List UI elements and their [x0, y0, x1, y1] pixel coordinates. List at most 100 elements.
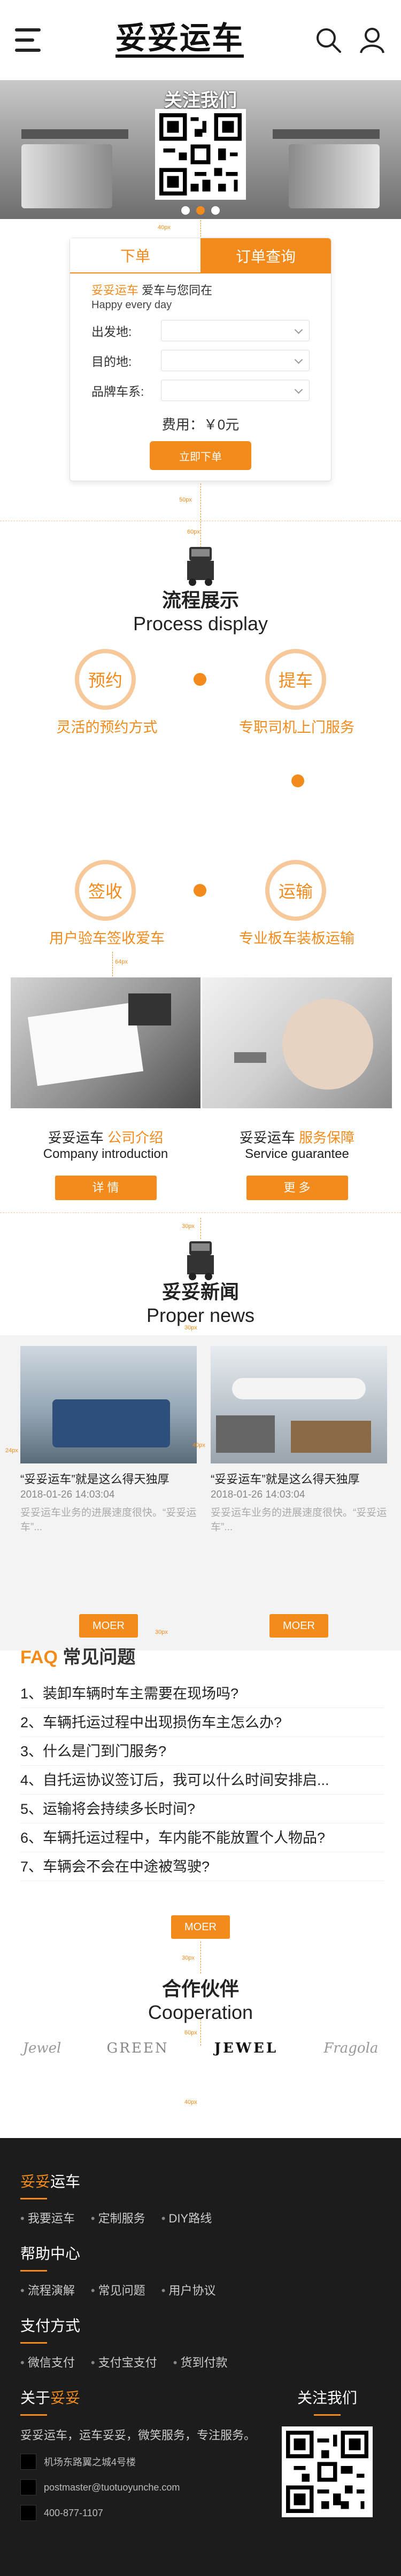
footer-link[interactable]: 微信支付: [20, 2353, 75, 2370]
car-carrier-rack: [273, 129, 380, 139]
news-image: [211, 1346, 387, 1463]
footer-link[interactable]: 定制服务: [91, 2209, 145, 2226]
section-title-en: Process display: [133, 613, 268, 635]
truck-image: [21, 144, 112, 208]
page: 妥妥运车 关注我们 40px 下单 订单查询 妥妥运车 爱车与您同在 Happy…: [0, 0, 401, 2576]
measure-line: [200, 220, 201, 239]
step-label: 灵活的预约方式: [56, 719, 158, 735]
carousel-dot-active[interactable]: [196, 206, 205, 215]
carousel-dot[interactable]: [211, 206, 220, 215]
faq-item[interactable]: 2、车辆托运过程中出现损伤车主怎么办?: [20, 1708, 384, 1737]
accent-line: [20, 2270, 47, 2272]
news-more-button[interactable]: MOER: [79, 1614, 138, 1638]
news-more-button[interactable]: MOER: [269, 1614, 328, 1638]
intro-title: 妥妥运车 服务保障: [202, 1127, 392, 1147]
accent-line: [20, 2414, 47, 2416]
footer-qr-code: [282, 2426, 373, 2517]
slogan-en: Happy every day: [91, 299, 172, 311]
field-label: 目的地:: [91, 355, 132, 369]
news-card[interactable]: “妥妥运车”就是这么得天独厚 2018-01-26 14:03:04 妥妥运车业…: [211, 1346, 387, 1554]
partner-logo[interactable]: Fragola: [323, 2040, 378, 2056]
intro-brand: 妥妥运车: [239, 1130, 295, 1146]
faq-title-text: 常见问题: [57, 1647, 136, 1667]
measure-line: [200, 1218, 201, 1239]
measure-label: 64px: [115, 959, 128, 965]
news-card[interactable]: “妥妥运车”就是这么得天独厚 2018-01-26 14:03:04 妥妥运车业…: [20, 1346, 197, 1554]
destination-select[interactable]: [161, 350, 310, 371]
footer-link[interactable]: 支付宝支付: [91, 2353, 157, 2370]
about-heading: 关于妥妥: [20, 2386, 256, 2408]
field-destination: 目的地:: [91, 350, 310, 371]
step-circle-book: 预约: [75, 649, 136, 710]
faq-more-button[interactable]: MOER: [171, 1915, 230, 1939]
news-headline[interactable]: “妥妥运车”就是这么得天独厚: [211, 1470, 387, 1487]
measure-label: 40px: [192, 1442, 205, 1448]
email-text[interactable]: postmaster@tuotuoyunche.com: [44, 2482, 180, 2493]
more-button[interactable]: 更 多: [246, 1176, 348, 1200]
accent-line: [314, 2414, 341, 2416]
site-logo[interactable]: 妥妥运车: [115, 22, 244, 58]
origin-select[interactable]: [161, 320, 310, 341]
details-button[interactable]: 详 情: [55, 1176, 157, 1200]
faq-item[interactable]: 4、自托运协议签订后，我可以什么时间安排启...: [20, 1766, 384, 1795]
footer-link[interactable]: 我要运车: [20, 2209, 75, 2226]
footer-link[interactable]: 常见问题: [91, 2281, 145, 2298]
slogan: 妥妥运车 爱车与您同在: [91, 281, 310, 298]
about-text: 妥妥运车，运车妥妥，微笑服务，专注服务。: [20, 2429, 256, 2442]
brand-select[interactable]: [161, 380, 310, 401]
help-heading: 帮助中心: [20, 2245, 81, 2262]
hamburger-menu-icon[interactable]: [15, 28, 45, 52]
contact-address: 机场东路翼之城4号楼: [20, 2454, 256, 2470]
footer-link[interactable]: 货到付款: [173, 2353, 228, 2370]
measure-line: [112, 952, 113, 976]
about-left: 关于妥妥 妥妥运车，运车妥妥，微笑服务，专注服务。 机场东路翼之城4号楼 pos…: [20, 2370, 256, 2521]
news-headline[interactable]: “妥妥运车”就是这么得天独厚: [20, 1470, 197, 1487]
tab-order[interactable]: 下单: [70, 238, 200, 273]
phone-text[interactable]: 400-877-1107: [44, 2508, 103, 2519]
order-form: 妥妥运车 爱车与您同在 Happy every day 出发地: 目的地: 品牌…: [70, 273, 331, 477]
faq-title-prefix: FAQ: [20, 1647, 58, 1667]
field-label: 品牌车系:: [91, 385, 144, 398]
divider: [0, 1212, 401, 1213]
user-icon[interactable]: [358, 26, 386, 54]
field-origin: 出发地:: [91, 320, 310, 341]
carousel-dot[interactable]: [181, 206, 190, 215]
submit-order-button[interactable]: 立即下单: [150, 441, 251, 470]
news-image: [20, 1346, 197, 1463]
field-brand: 品牌车系:: [91, 380, 310, 401]
flow-dot: [194, 673, 206, 686]
measure-label: 30px: [155, 1629, 168, 1635]
search-icon[interactable]: [314, 26, 342, 54]
slogan-brand: 妥妥运车: [91, 284, 139, 297]
contact-phone: 400-877-1107: [20, 2505, 256, 2521]
partner-logo[interactable]: JEWEL: [214, 2040, 278, 2056]
footer-link[interactable]: 用户协议: [161, 2281, 216, 2298]
about-heading-b: 妥妥: [50, 2390, 81, 2406]
coop-title: 合作伙伴 Cooperation: [0, 1974, 401, 2024]
footer-links: 我要运车 定制服务 DIY路线: [20, 2209, 381, 2226]
location-icon: [20, 2454, 36, 2470]
footer: 妥妥运车 我要运车 定制服务 DIY路线 帮助中心 流程演解 常见问题 用户协议…: [0, 2138, 401, 2576]
step-label: 专职司机上门服务: [239, 719, 354, 735]
partner-logo[interactable]: Jewel: [23, 2040, 61, 2056]
contact-email: postmaster@tuotuoyunche.com: [20, 2479, 256, 2495]
faq-item[interactable]: 3、什么是门到门服务?: [20, 1737, 384, 1766]
step-circle-text: 运输: [278, 882, 313, 901]
partner-logos: Jewel GREEN JEWEL Fragola: [0, 2040, 401, 2056]
footer-link[interactable]: DIY路线: [161, 2209, 212, 2226]
accent-line: [20, 2342, 47, 2344]
faq-item[interactable]: 5、运输将会持续多长时间?: [20, 1795, 384, 1823]
faq-section: FAQ 常见问题 1、装卸车辆时车主需要在现场吗? 2、车辆托运过程中出现损伤车…: [20, 1642, 384, 1881]
faq-item[interactable]: 1、装卸车辆时车主需要在现场吗?: [20, 1679, 384, 1708]
faq-item[interactable]: 7、车辆会不会在中途被驾驶?: [20, 1852, 384, 1881]
step-circle-transport: 运输: [265, 860, 326, 921]
flow-dot: [291, 774, 304, 787]
footer-link[interactable]: 流程演解: [20, 2281, 75, 2298]
faq-item[interactable]: 6、车辆托运过程中，车内能不能放置个人物品?: [20, 1823, 384, 1852]
intro-title: 妥妥运车 公司介绍: [11, 1127, 200, 1147]
tab-order-query[interactable]: 订单查询: [200, 238, 331, 273]
measure-label: 50px: [179, 497, 192, 503]
banner-carousel[interactable]: 关注我们: [0, 80, 401, 219]
partner-logo[interactable]: GREEN: [107, 2040, 169, 2056]
flow-dot: [194, 884, 206, 897]
